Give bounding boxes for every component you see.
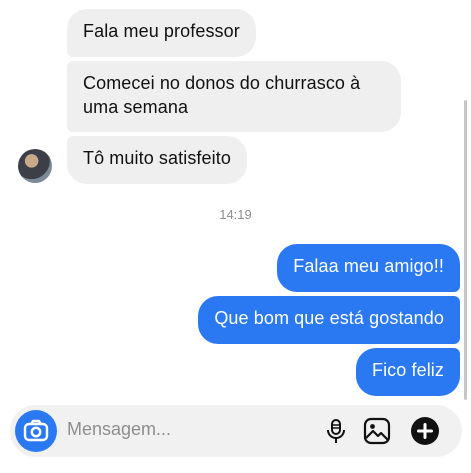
gallery-icon[interactable] bbox=[362, 416, 392, 446]
outgoing-message[interactable]: Fico feliz bbox=[355, 348, 460, 396]
scrollbar[interactable] bbox=[464, 100, 467, 400]
outgoing-message[interactable]: Que bom que está gostando bbox=[198, 296, 460, 344]
message-text: Comecei no donos do churrasco à uma sema… bbox=[83, 73, 361, 117]
plus-icon[interactable] bbox=[410, 416, 440, 446]
message-text: Fico feliz bbox=[371, 360, 444, 380]
outgoing-message[interactable]: Falaa meu amigo!! bbox=[277, 244, 460, 292]
message-timestamp: 14:19 bbox=[219, 207, 252, 222]
message-text: Que bom que está gostando bbox=[214, 308, 444, 328]
message-input[interactable]: Mensagem... bbox=[67, 419, 171, 440]
incoming-message[interactable]: Tô muito satisfeito bbox=[67, 136, 247, 184]
microphone-icon[interactable] bbox=[321, 416, 351, 446]
incoming-message[interactable]: Comecei no donos do churrasco à uma sema… bbox=[67, 61, 401, 132]
camera-icon bbox=[23, 419, 49, 442]
message-text: Falaa meu amigo!! bbox=[293, 256, 444, 276]
message-text: Tô muito satisfeito bbox=[83, 148, 231, 168]
incoming-message[interactable]: Fala meu professor bbox=[67, 9, 256, 57]
message-composer: Mensagem... bbox=[10, 405, 462, 457]
camera-button[interactable] bbox=[15, 410, 57, 452]
message-text: Fala meu professor bbox=[83, 21, 240, 41]
avatar[interactable] bbox=[18, 149, 52, 183]
